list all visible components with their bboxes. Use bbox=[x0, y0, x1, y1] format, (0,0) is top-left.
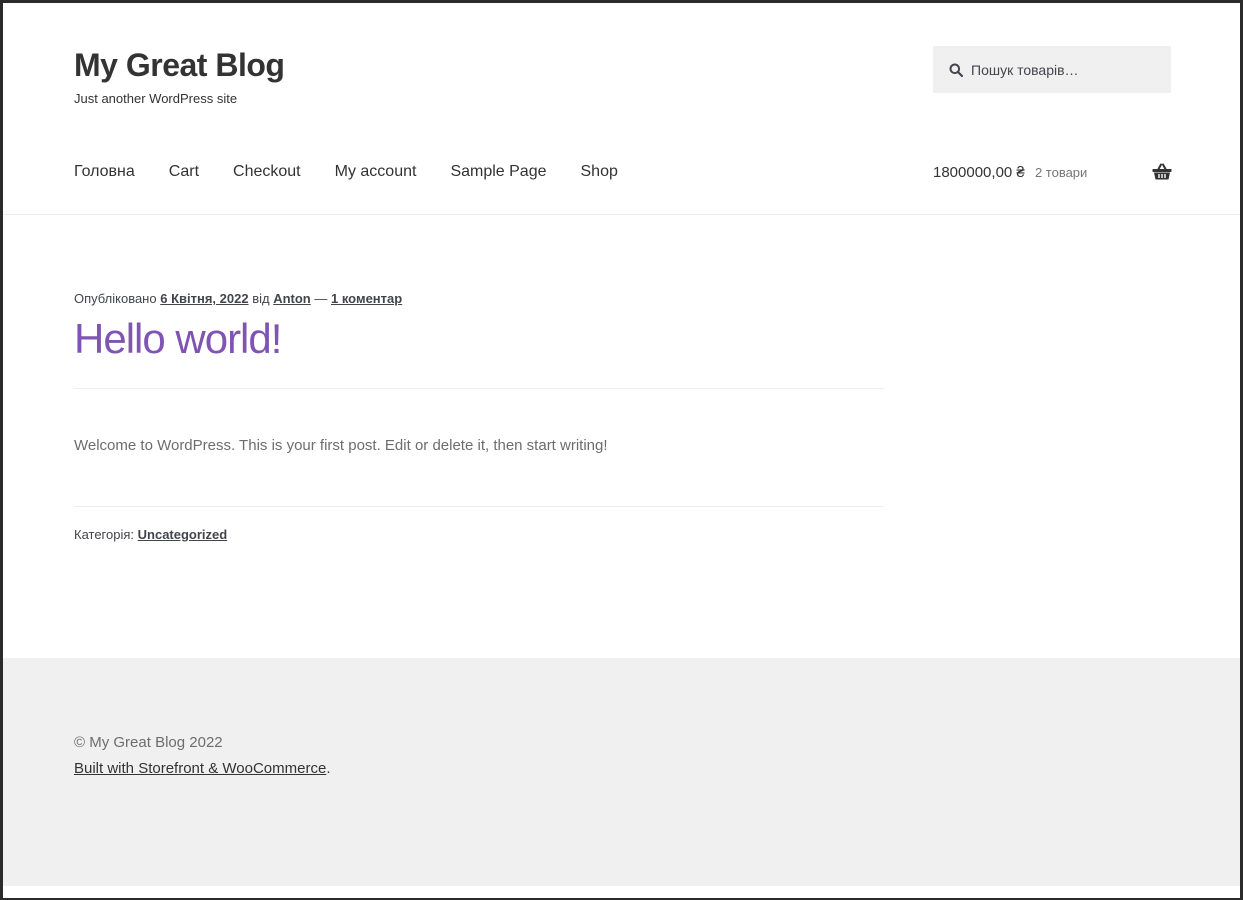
nav-item-checkout[interactable]: Checkout bbox=[233, 163, 301, 181]
nav-item-my-account[interactable]: My account bbox=[335, 163, 417, 181]
post-category: Категорія: Uncategorized bbox=[74, 527, 227, 542]
site-tagline: Just another WordPress site bbox=[74, 91, 238, 106]
title-divider bbox=[74, 388, 884, 389]
header-divider bbox=[3, 214, 1240, 215]
site-title[interactable]: My Great Blog bbox=[74, 47, 285, 84]
header-cart-link[interactable]: 1800000,00 ₴ 2 товари bbox=[933, 164, 1087, 181]
product-search[interactable] bbox=[933, 46, 1171, 93]
browser-frame: My Great Blog Just another WordPress sit… bbox=[0, 0, 1243, 900]
footer-copyright: © My Great Blog 2022 bbox=[74, 734, 223, 751]
post-comments-link[interactable]: 1 коментар bbox=[331, 291, 402, 306]
nav-item-cart[interactable]: Cart bbox=[169, 163, 199, 181]
post-author-link[interactable]: Anton bbox=[273, 291, 311, 306]
post-title[interactable]: Hello world! bbox=[74, 315, 282, 363]
nav-item-home[interactable]: Головна bbox=[74, 163, 135, 181]
search-icon bbox=[949, 63, 963, 77]
post-meta-prefix: Опубліковано bbox=[74, 291, 157, 306]
post-date-link[interactable]: 6 Квітня, 2022 bbox=[160, 291, 248, 306]
post-meta-dash: — bbox=[314, 291, 328, 306]
basket-icon[interactable] bbox=[1152, 163, 1172, 181]
cart-total-amount: 1800000,00 ₴ bbox=[933, 164, 1025, 181]
site-footer: © My Great Blog 2022 Built with Storefro… bbox=[3, 658, 1240, 886]
bottom-strip bbox=[3, 886, 1240, 898]
content-divider bbox=[74, 506, 884, 507]
primary-navigation: Головна Cart Checkout My account Sample … bbox=[74, 163, 652, 181]
footer-credit: Built with Storefront & WooCommerce. bbox=[74, 760, 330, 777]
footer-credit-link[interactable]: Built with Storefront & WooCommerce bbox=[74, 760, 326, 777]
nav-item-shop[interactable]: Shop bbox=[581, 163, 618, 181]
post-meta-by: від bbox=[252, 291, 270, 306]
post-meta: Опубліковано 6 Квітня, 2022 від Anton — … bbox=[74, 291, 402, 306]
category-label: Категорія: bbox=[74, 527, 135, 542]
nav-item-sample-page[interactable]: Sample Page bbox=[450, 163, 546, 181]
post-content: Welcome to WordPress. This is your first… bbox=[74, 437, 608, 454]
footer-credit-suffix: . bbox=[326, 760, 331, 777]
search-input[interactable] bbox=[971, 61, 1161, 78]
cart-item-count: 2 товари bbox=[1034, 165, 1088, 180]
category-link[interactable]: Uncategorized bbox=[138, 527, 228, 542]
